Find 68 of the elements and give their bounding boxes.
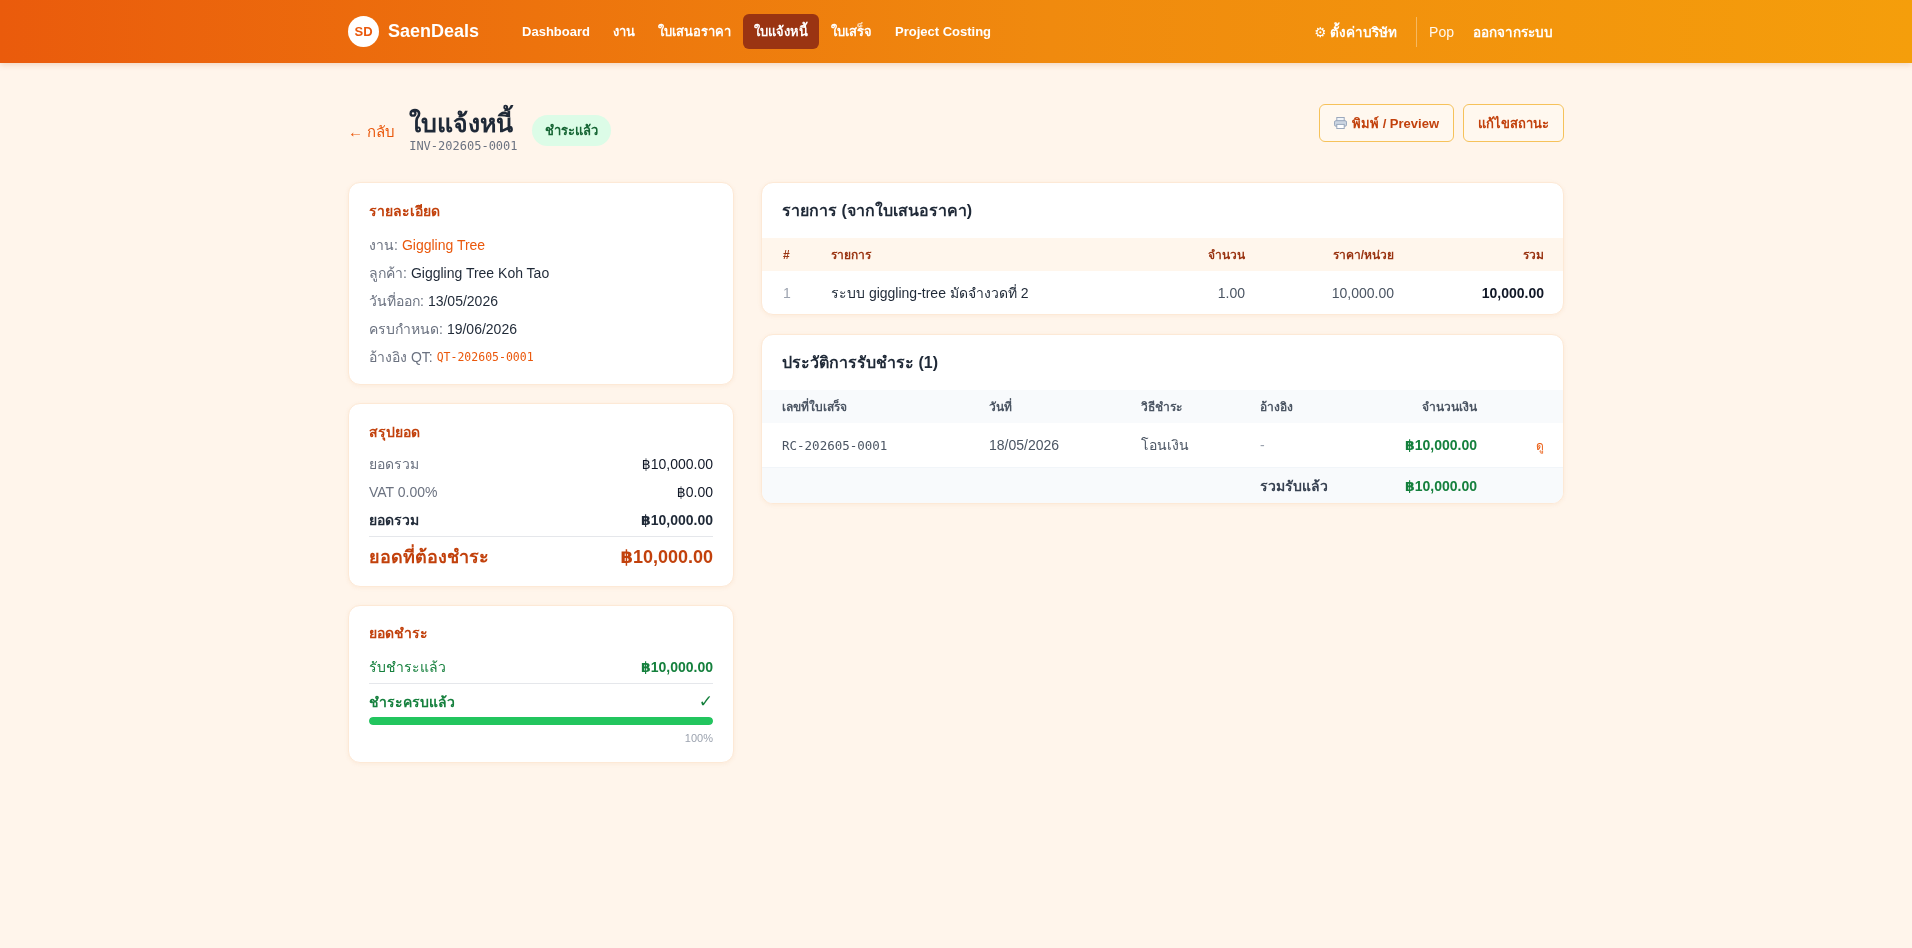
edit-status-button[interactable]: แก้ไขสถานะ <box>1463 104 1564 142</box>
column-header: อ้างอิง <box>1260 399 1294 416</box>
table-cell-text: 10,000.00 <box>1330 284 1394 301</box>
invoice-number: INV-202605-0001 <box>409 139 518 153</box>
status-badge: ชำระแล้ว <box>531 114 611 146</box>
table-cell-text: ฿10,000.00 <box>1403 437 1477 453</box>
nav-tab[interactable]: Project Costing <box>883 14 1003 49</box>
user-name: Pop <box>1428 22 1455 42</box>
back-link[interactable]: ← กลับ <box>348 120 396 144</box>
received-label: รับชำระแล้ว <box>369 658 446 677</box>
summary-amount: ฿10,000.00 <box>640 511 713 530</box>
card-title: ประวัติการรับชำระ (1) <box>781 353 939 373</box>
table-cell-text: โอนเงิน <box>1141 436 1190 455</box>
card-title: รายละเอียด <box>369 202 441 221</box>
table-cell-text: 1 <box>783 284 792 301</box>
summary-label: ยอดรวม <box>369 455 419 474</box>
detail-value: Giggling Tree Koh Tao <box>410 264 550 283</box>
summary-label: ยอดรวม <box>369 511 419 530</box>
total-amount: ฿10,000.00 <box>1403 477 1477 494</box>
payment-status: ชำระครบแล้ว <box>369 693 455 712</box>
nav-tab[interactable]: งาน <box>601 14 646 49</box>
summary-amount: ฿10,000.00 <box>620 546 713 569</box>
nav-tab[interactable]: ใบเสนอราคา <box>646 14 742 49</box>
column-header: รายการ <box>831 247 873 264</box>
column-header: วิธีชำระ <box>1141 399 1183 416</box>
detail-value: 13/05/2026 <box>427 292 498 311</box>
column-header: จำนวน <box>1207 247 1245 264</box>
summary-amount: ฿0.00 <box>676 483 713 502</box>
card-title: รายการ (จากใบเสนอราคา) <box>781 200 974 221</box>
settings-link[interactable]: ⚙ ตั้งค่าบริษัท <box>1303 12 1409 51</box>
summary-amount: ฿10,000.00 <box>641 455 713 474</box>
progress-percent: 100% <box>684 731 713 746</box>
detail-value: 19/06/2026 <box>446 320 517 339</box>
detail-label: อ้างอิง QT: <box>369 348 433 367</box>
column-header: ราคา/หน่วย <box>1331 247 1394 264</box>
summary-label: ยอดที่ต้องชำระ <box>369 542 489 572</box>
detail-label: งาน: <box>369 236 398 255</box>
logo-mark[interactable]: SD <box>348 16 379 47</box>
received-amount: ฿10,000.00 <box>640 658 713 677</box>
table-cell-text: 1.00 <box>1216 284 1245 301</box>
quotation-link[interactable]: QT-202605-0001 <box>436 343 534 371</box>
summary-label: VAT 0.00% <box>369 483 438 502</box>
view-link[interactable]: ดู <box>1536 435 1544 455</box>
nav-tab[interactable]: ใบแจ้งหนี้ <box>742 14 819 49</box>
nav-tab[interactable]: ใบเสร็จ <box>819 14 883 49</box>
total-label: รวมรับแล้ว <box>1260 476 1329 496</box>
column-header: เลขที่ใบเสร็จ <box>782 397 848 416</box>
brand-name[interactable]: SaenDeals <box>388 21 480 42</box>
table-cell-text: 10,000.00 <box>1480 284 1544 301</box>
table-cell-text: ระบบ giggling-tree มัดจำงวดที่ 2 <box>831 283 1030 303</box>
column-header: วันที่ <box>989 397 1013 416</box>
table-cell-text: - <box>1260 437 1266 453</box>
detail-label: ครบกำหนด: <box>369 320 443 339</box>
table-cell-text: 18/05/2026 <box>989 437 1061 453</box>
printer-icon <box>1334 117 1347 129</box>
card-title: ยอดชำระ <box>369 624 429 643</box>
detail-label: วันที่ออก: <box>369 291 424 311</box>
column-header: # <box>783 247 791 262</box>
print-button[interactable]: พิมพ์ / Preview <box>1319 104 1454 142</box>
card-title: สรุปยอด <box>369 423 421 442</box>
column-header: รวม <box>1522 247 1544 264</box>
detail-label: ลูกค้า: <box>369 264 407 284</box>
logout-link[interactable]: ออกจากระบบ <box>1462 12 1564 51</box>
nav-tab[interactable]: Dashboard <box>511 14 601 49</box>
check-mark: ✓ <box>698 691 713 713</box>
table-cell-text: RC-202605-0001 <box>782 437 889 453</box>
column-header: จำนวนเงิน <box>1421 399 1477 416</box>
job-link[interactable]: Giggling Tree <box>401 231 486 259</box>
